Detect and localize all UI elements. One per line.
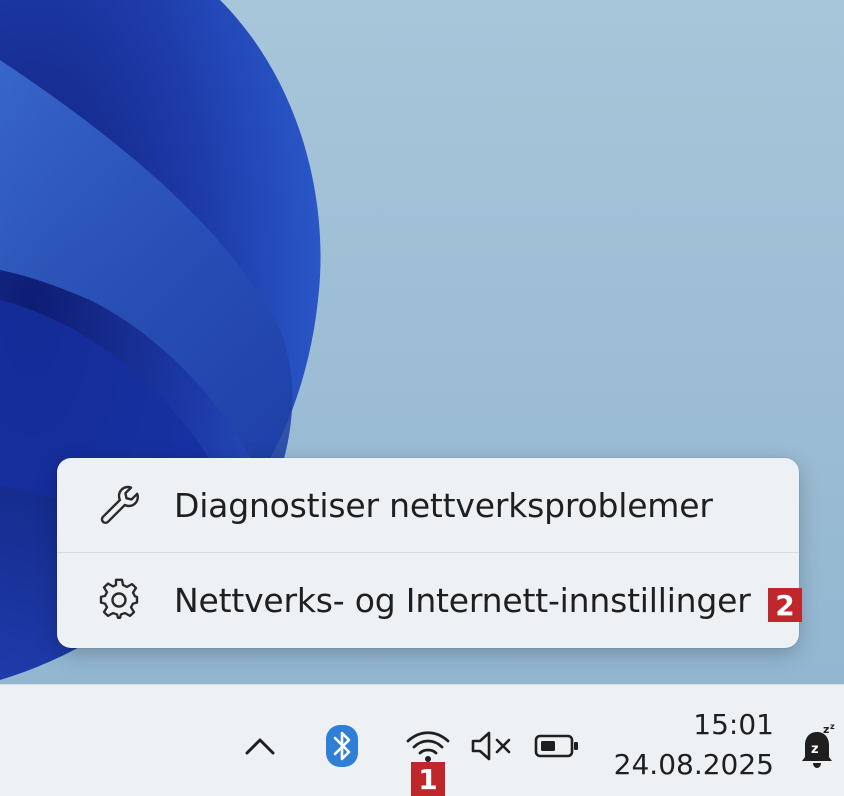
menu-item-label: Diagnostiser nettverksproblemer xyxy=(174,485,713,525)
wifi-icon[interactable] xyxy=(404,726,452,766)
menu-item-diagnose-network[interactable]: Diagnostiser nettverksproblemer xyxy=(57,458,799,552)
svg-text:z: z xyxy=(830,723,835,731)
notification-bell-snooze-icon[interactable]: z z z xyxy=(796,722,840,770)
gear-icon xyxy=(95,576,143,624)
svg-text:z: z xyxy=(811,742,819,757)
chevron-up-icon[interactable] xyxy=(240,728,280,764)
callout-badge-2: 2 xyxy=(768,588,802,622)
battery-icon[interactable] xyxy=(532,730,580,762)
menu-item-network-settings[interactable]: Nettverks- og Internett-innstillinger xyxy=(57,553,799,647)
network-context-menu: Diagnostiser nettverksproblemer Nettverk… xyxy=(57,458,799,648)
clock-time[interactable]: 15:01 xyxy=(693,708,774,741)
menu-item-label: Nettverks- og Internett-innstillinger xyxy=(174,580,751,620)
callout-badge-1: 1 xyxy=(411,762,445,796)
svg-text:z: z xyxy=(823,723,829,736)
clock-date[interactable]: 24.08.2025 xyxy=(614,748,774,781)
bluetooth-icon[interactable] xyxy=(322,722,362,770)
wrench-icon xyxy=(95,481,143,529)
volume-muted-icon[interactable] xyxy=(468,728,516,764)
